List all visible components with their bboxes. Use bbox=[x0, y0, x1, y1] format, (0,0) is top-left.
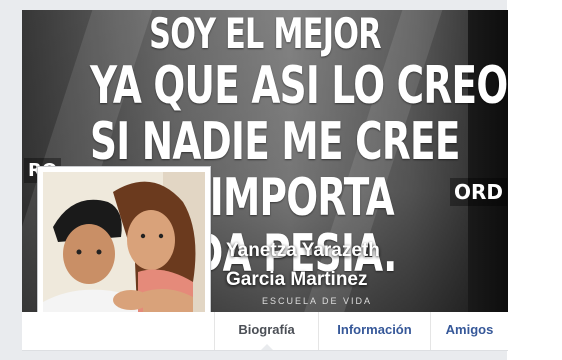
profile-picture[interactable] bbox=[43, 172, 205, 334]
cover-bottom-caption: ESCUELA DE VIDA bbox=[262, 296, 373, 306]
profile-name-line-1[interactable]: Yanetza Yarazeth bbox=[226, 236, 476, 265]
cover-quote-line-1: SOY EL MEJOR bbox=[149, 10, 381, 58]
profile-name-line-2[interactable]: Garcia Martinez bbox=[226, 265, 476, 294]
page-right-gutter bbox=[507, 0, 562, 360]
profile-tab-bar: Biografía Información Amigos bbox=[22, 312, 508, 351]
tab-biografia[interactable]: Biografía bbox=[214, 312, 318, 350]
profile-name[interactable]: Yanetza Yarazeth Garcia Martinez bbox=[226, 236, 476, 294]
cover-quote-line-3: SI NADIE ME CREE bbox=[90, 112, 460, 172]
tab-informacion[interactable]: Información bbox=[318, 312, 430, 350]
cover-sign-right: ORD bbox=[450, 178, 508, 206]
page-left-gutter bbox=[0, 0, 22, 360]
profile-picture-illustration bbox=[43, 172, 205, 334]
cover-quote-line-2: YA QUE ASI LO CREO YO. bbox=[90, 56, 508, 116]
tab-amigos[interactable]: Amigos bbox=[430, 312, 508, 350]
